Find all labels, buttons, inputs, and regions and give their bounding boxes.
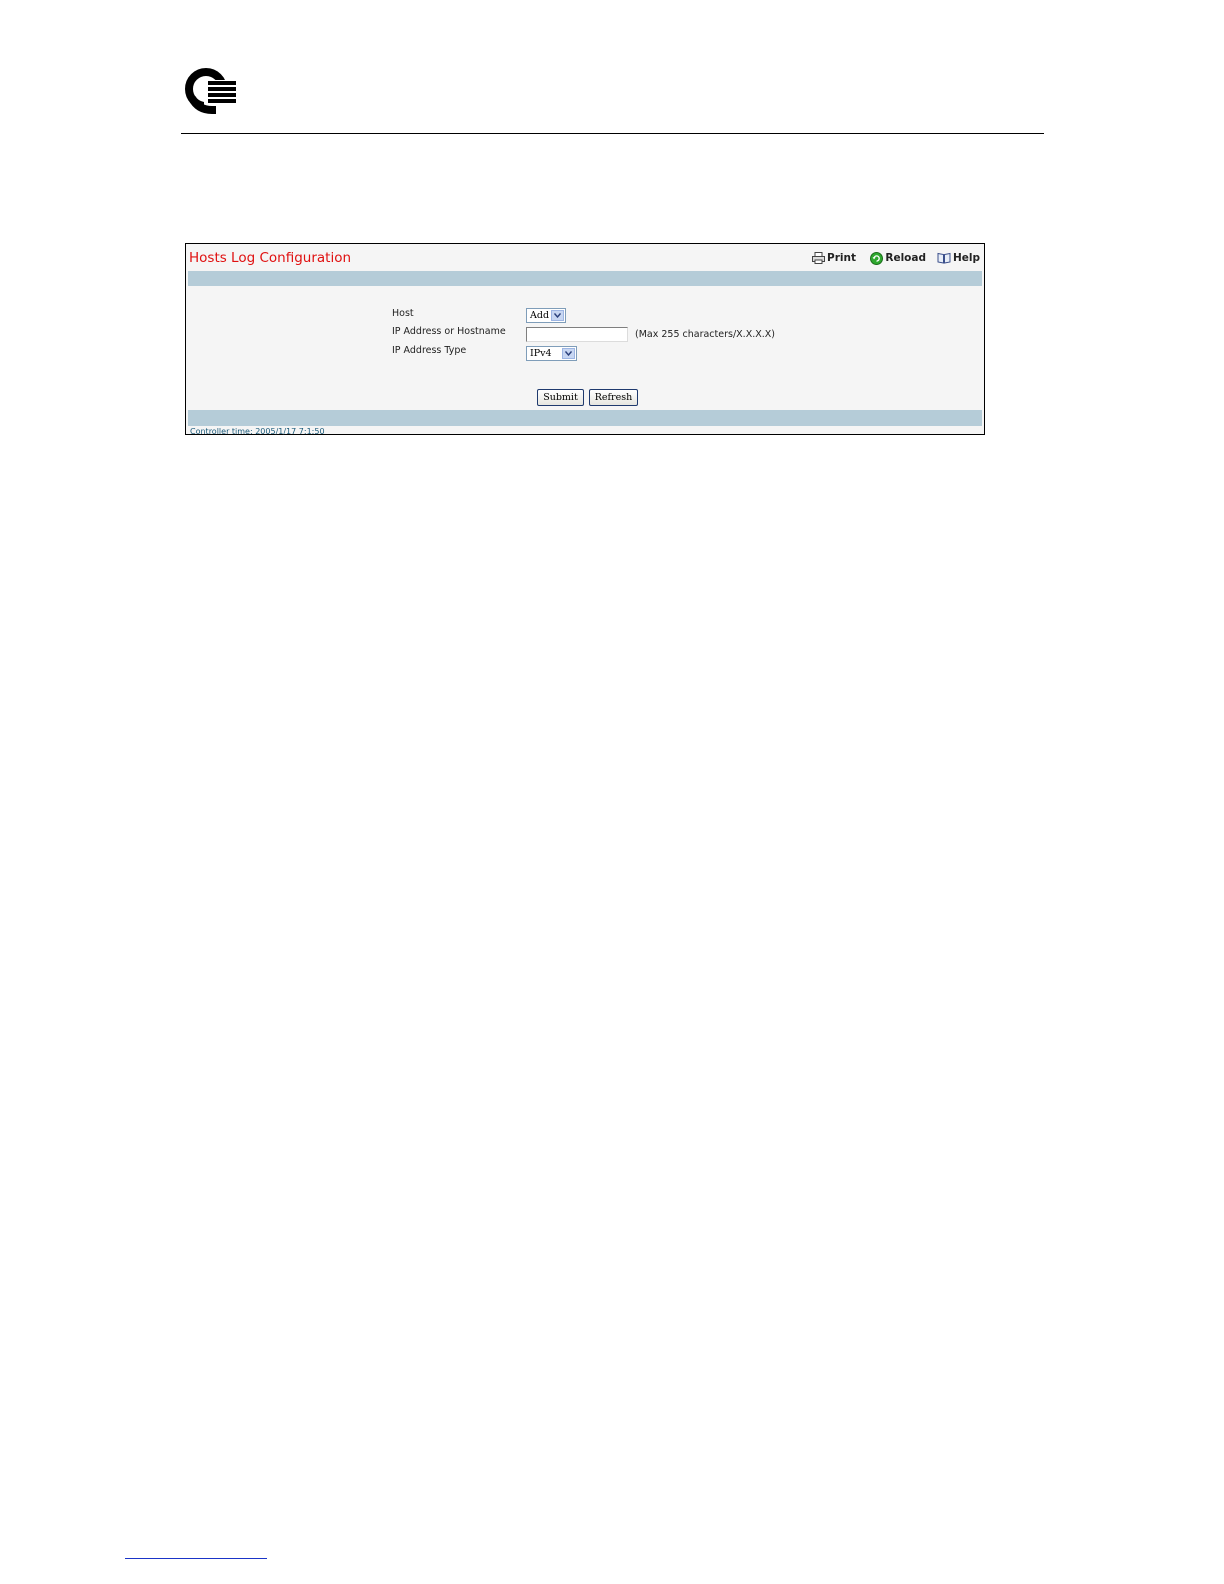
print-button[interactable]: Print [812,251,856,265]
refresh-button[interactable]: Refresh [589,389,638,406]
reload-label: Reload [885,252,926,264]
controller-time-label: Controller time: [190,427,253,436]
help-book-icon [937,252,951,264]
ip-type-select-value: IPv4 [530,348,552,359]
controller-time: Controller time: 2005/1/17 7:1:50 [190,427,325,436]
footer-link-rule [125,1558,267,1559]
host-label: Host [392,308,414,319]
company-logo [184,66,238,116]
ip-address-input[interactable] [526,327,628,342]
controller-time-value: 2005/1/17 7:1:50 [255,427,325,436]
ip-type-label: IP Address Type [392,345,467,356]
chevron-down-icon [551,310,564,321]
help-label: Help [952,252,980,264]
ip-type-select[interactable]: IPv4 [526,346,577,361]
ip-address-hint: (Max 255 characters/X.X.X.X) [635,329,775,340]
submit-button[interactable]: Submit [537,389,584,406]
reload-button[interactable]: Reload [870,251,926,265]
footer-band [188,410,982,426]
reload-icon [870,251,884,265]
header-rule [181,133,1044,134]
host-select-value: Add [530,310,550,321]
host-select[interactable]: Add [526,308,566,323]
hosts-log-config-panel: Hosts Log Configuration Print Reload Hel… [185,243,985,436]
header-band [188,271,982,286]
page-title: Hosts Log Configuration [189,250,352,266]
help-button[interactable]: Help [937,251,980,265]
chevron-down-icon [562,348,575,359]
printer-icon [812,252,826,264]
print-label: Print [827,252,856,264]
ip-address-label: IP Address or Hostname [392,326,506,337]
